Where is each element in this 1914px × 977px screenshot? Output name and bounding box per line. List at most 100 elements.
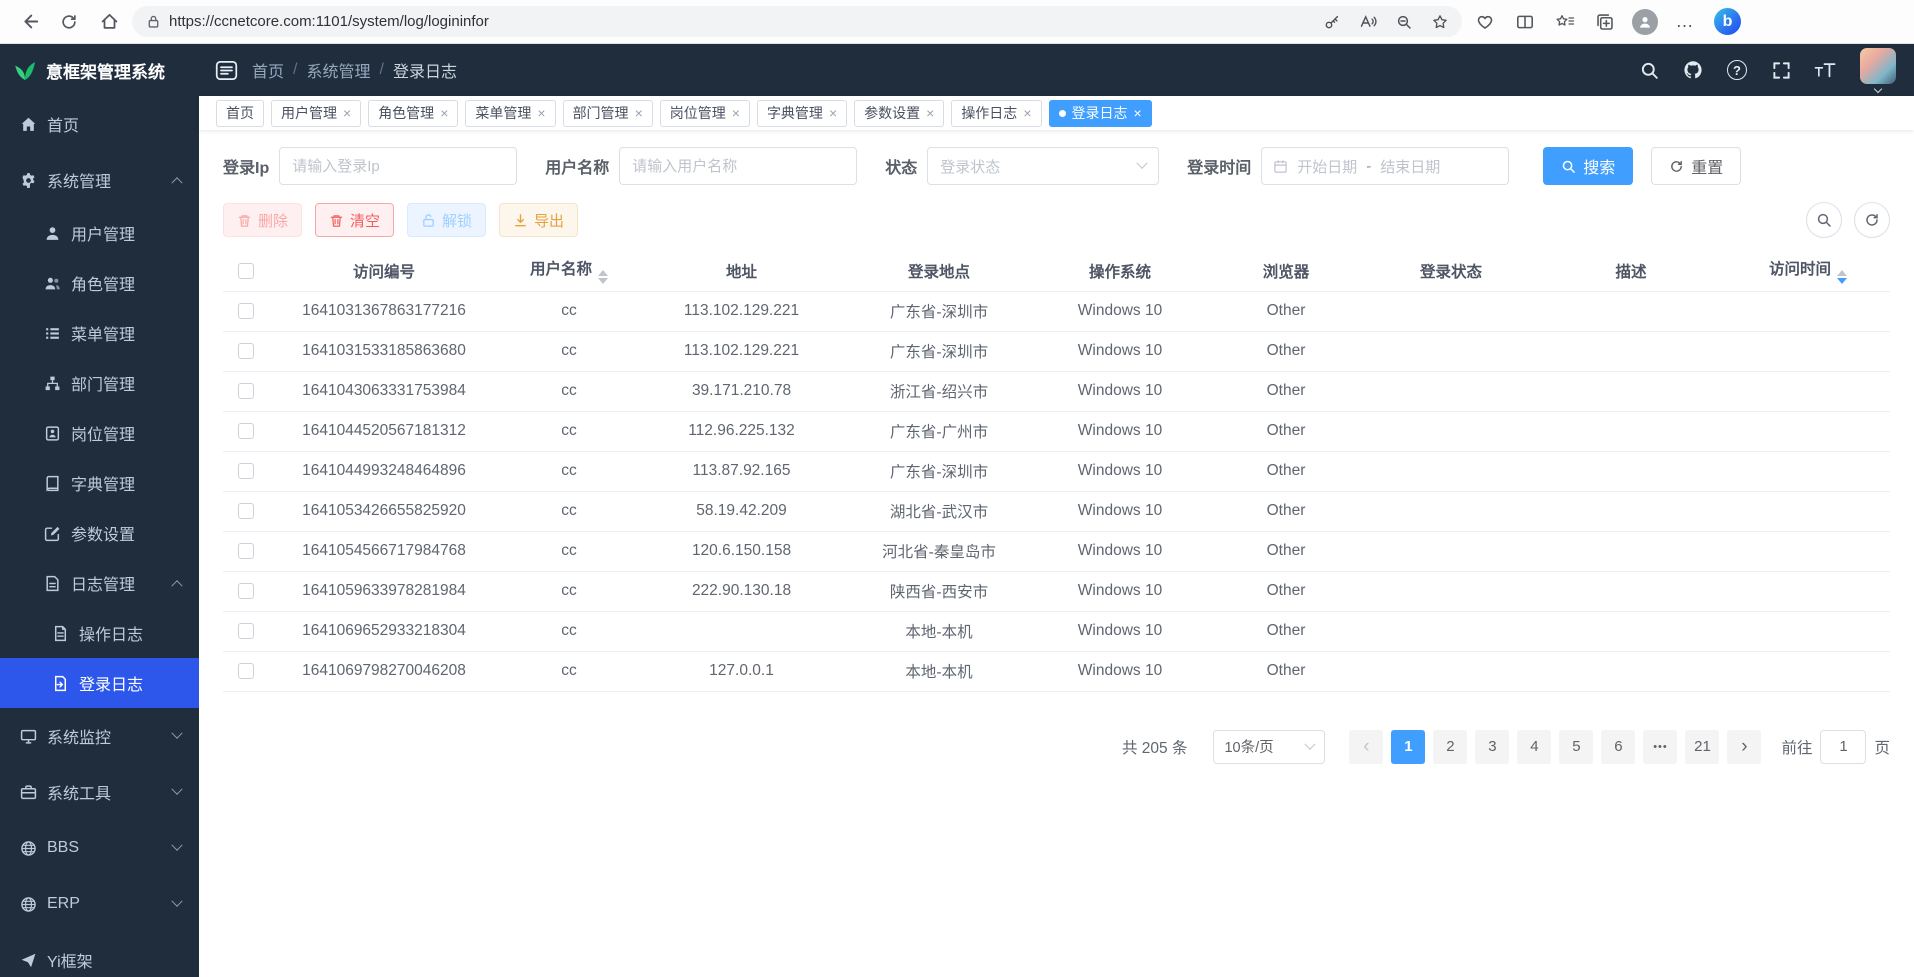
row-checkbox[interactable] xyxy=(238,303,254,319)
tab-login-log[interactable]: 登录日志× xyxy=(1049,100,1152,127)
sidebar-item-user-mgmt[interactable]: 用户管理 xyxy=(0,208,199,258)
collections-icon[interactable] xyxy=(1588,5,1622,39)
page-button-1[interactable]: 1 xyxy=(1391,730,1425,764)
page-button-21[interactable]: 21 xyxy=(1685,730,1719,764)
row-checkbox[interactable] xyxy=(238,383,254,399)
close-icon[interactable]: × xyxy=(732,106,740,120)
show-search-icon[interactable] xyxy=(1806,202,1842,238)
close-icon[interactable]: × xyxy=(829,106,837,120)
github-icon[interactable] xyxy=(1678,53,1708,87)
next-page-button[interactable]: › xyxy=(1727,730,1761,764)
page-button-2[interactable]: 2 xyxy=(1433,730,1467,764)
app-title: 意框架管理系统 xyxy=(46,58,165,83)
delete-button[interactable]: 删除 xyxy=(223,203,302,237)
row-checkbox[interactable] xyxy=(238,503,254,519)
sort-icon[interactable] xyxy=(598,270,608,284)
tab-param-settings[interactable]: 参数设置× xyxy=(854,100,944,127)
sidebar-item-dict-mgmt[interactable]: 字典管理 xyxy=(0,458,199,508)
row-checkbox[interactable] xyxy=(238,343,254,359)
sidebar-item-menu-mgmt[interactable]: 菜单管理 xyxy=(0,308,199,358)
sidebar-item-operation-log[interactable]: 操作日志 xyxy=(0,608,199,658)
page-button-5[interactable]: 5 xyxy=(1559,730,1593,764)
close-icon[interactable]: × xyxy=(926,106,934,120)
browser-refresh-icon[interactable] xyxy=(52,5,86,39)
address-bar[interactable]: https://ccnetcore.com:1101/system/log/lo… xyxy=(132,6,1462,37)
browser-essentials-icon[interactable] xyxy=(1468,5,1502,39)
row-checkbox[interactable] xyxy=(238,423,254,439)
row-checkbox[interactable] xyxy=(238,663,254,679)
unlock-button[interactable]: 解锁 xyxy=(407,203,486,237)
goto-page-input[interactable] xyxy=(1820,730,1866,764)
tab-dept-mgmt[interactable]: 部门管理× xyxy=(563,100,653,127)
breadcrumb-home[interactable]: 首页 xyxy=(252,58,284,82)
fullscreen-icon[interactable] xyxy=(1766,53,1796,87)
header-time[interactable]: 访问时间 xyxy=(1726,251,1890,291)
page-size-select[interactable]: 10条/页 xyxy=(1213,730,1325,764)
sidebar-collapse-icon[interactable] xyxy=(215,59,238,82)
export-button[interactable]: 导出 xyxy=(499,203,578,237)
split-screen-icon[interactable] xyxy=(1508,5,1542,39)
row-checkbox[interactable] xyxy=(238,463,254,479)
page-button-4[interactable]: 4 xyxy=(1517,730,1551,764)
tab-home[interactable]: 首页 xyxy=(216,100,264,127)
breadcrumb-system-mgmt[interactable]: 系统管理 xyxy=(306,58,370,82)
close-icon[interactable]: × xyxy=(635,106,643,120)
tab-dict-mgmt[interactable]: 字典管理× xyxy=(757,100,847,127)
sidebar-item-log-mgmt[interactable]: 日志管理 xyxy=(0,558,199,608)
row-checkbox[interactable] xyxy=(238,623,254,639)
zoom-icon[interactable] xyxy=(1390,9,1418,35)
sidebar-item-role-mgmt[interactable]: 角色管理 xyxy=(0,258,199,308)
sort-icon[interactable] xyxy=(1837,270,1847,284)
sidebar-item-erp[interactable]: ERP xyxy=(0,876,199,932)
row-checkbox[interactable] xyxy=(238,543,254,559)
page-button-3[interactable]: 3 xyxy=(1475,730,1509,764)
tab-post-mgmt[interactable]: 岗位管理× xyxy=(660,100,750,127)
tab-role-mgmt[interactable]: 角色管理× xyxy=(368,100,458,127)
sidebar-item-system-tools[interactable]: 系统工具 xyxy=(0,764,199,820)
add-favorite-star-icon[interactable] xyxy=(1426,9,1454,35)
select-all-checkbox[interactable] xyxy=(238,263,254,279)
row-checkbox[interactable] xyxy=(238,583,254,599)
login-time-range-picker[interactable]: 开始日期 - 结束日期 xyxy=(1261,147,1509,185)
close-icon[interactable]: × xyxy=(440,106,448,120)
close-icon[interactable]: × xyxy=(1134,106,1142,120)
reset-button[interactable]: 重置 xyxy=(1651,147,1741,185)
close-icon[interactable]: × xyxy=(343,106,351,120)
sidebar-item-home[interactable]: 首页 xyxy=(0,96,199,152)
login-ip-input[interactable] xyxy=(279,147,517,185)
status-select[interactable]: 登录状态 xyxy=(927,147,1159,185)
read-aloud-icon[interactable] xyxy=(1354,9,1382,35)
close-icon[interactable]: × xyxy=(537,106,545,120)
sidebar-item-dept-mgmt[interactable]: 部门管理 xyxy=(0,358,199,408)
sidebar-item-param-settings[interactable]: 参数设置 xyxy=(0,508,199,558)
sidebar-item-yi-framework[interactable]: Yi框架 xyxy=(0,932,199,977)
copilot-bing-icon[interactable]: b xyxy=(1714,8,1741,35)
help-icon[interactable]: ? xyxy=(1722,53,1752,87)
favorites-icon[interactable] xyxy=(1548,5,1582,39)
tab-menu-mgmt[interactable]: 菜单管理× xyxy=(465,100,555,127)
sidebar-item-bbs[interactable]: BBS xyxy=(0,820,199,876)
browser-back-icon[interactable] xyxy=(12,5,46,39)
search-button[interactable]: 搜索 xyxy=(1543,147,1633,185)
sidebar-item-system-monitor[interactable]: 系统监控 xyxy=(0,708,199,764)
search-icon[interactable] xyxy=(1634,53,1664,87)
page-button-6[interactable]: 6 xyxy=(1601,730,1635,764)
refresh-table-icon[interactable] xyxy=(1854,202,1890,238)
browser-profile-avatar[interactable] xyxy=(1628,5,1662,39)
header-user[interactable]: 用户名称 xyxy=(499,251,639,291)
password-key-icon[interactable] xyxy=(1318,9,1346,35)
font-size-icon[interactable] xyxy=(1810,53,1840,87)
user-name-input[interactable] xyxy=(619,147,857,185)
browser-settings-menu-icon[interactable]: … xyxy=(1668,5,1702,39)
prev-page-button[interactable]: ‹ xyxy=(1349,730,1383,764)
tab-operation-log[interactable]: 操作日志× xyxy=(951,100,1041,127)
tab-user-mgmt[interactable]: 用户管理× xyxy=(271,100,361,127)
sidebar-item-login-log[interactable]: 登录日志 xyxy=(0,658,199,708)
more-pages-button[interactable]: ••• xyxy=(1643,730,1677,764)
sidebar-item-post-mgmt[interactable]: 岗位管理 xyxy=(0,408,199,458)
sidebar-item-system-mgmt[interactable]: 系统管理 xyxy=(0,152,199,208)
close-icon[interactable]: × xyxy=(1023,106,1031,120)
browser-home-icon[interactable] xyxy=(92,5,126,39)
clear-button[interactable]: 清空 xyxy=(315,203,394,237)
user-avatar[interactable] xyxy=(1860,48,1896,92)
